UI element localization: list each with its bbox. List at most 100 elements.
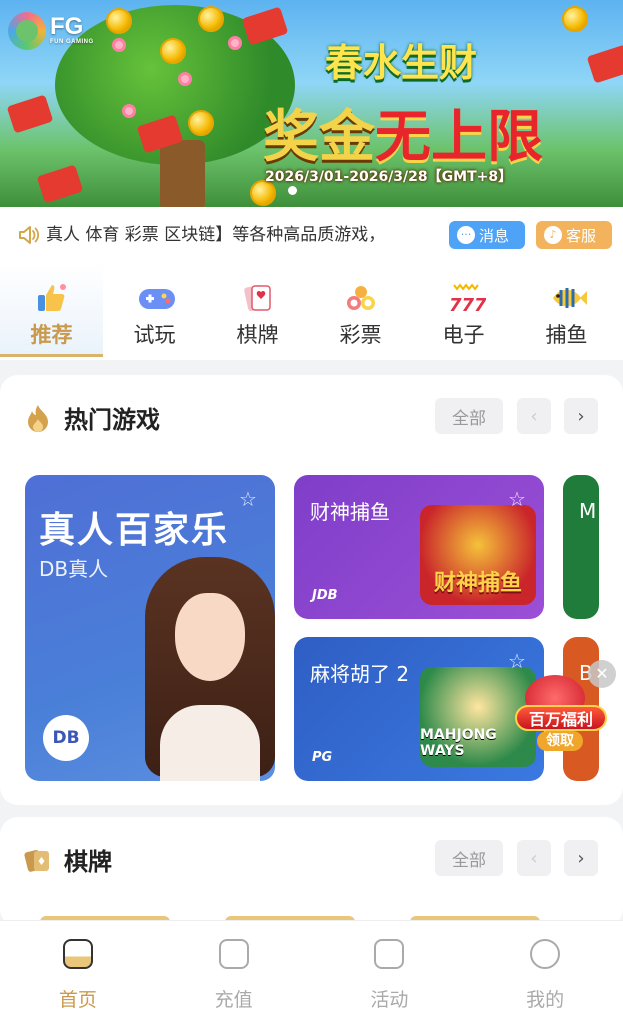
provider-logo: JDB [312, 588, 338, 603]
coin-decoration [160, 38, 186, 64]
close-icon[interactable]: ✕ [588, 660, 616, 688]
section-title: 棋牌 [64, 848, 112, 876]
gift-icon [374, 939, 405, 969]
notice-bar: 真人 体育 彩票 区块链】等各种高品质游戏， [0, 207, 623, 263]
tab-label: 试玩 [133, 323, 176, 347]
red-envelope-decoration [36, 164, 84, 204]
promo-claim-button[interactable]: 领取 [537, 731, 583, 751]
coin-decoration [198, 6, 224, 32]
game-title: 财神捕鱼 [310, 500, 390, 524]
coin-decoration [562, 6, 588, 32]
game-provider: DB真人 [39, 557, 109, 581]
game-card-mahjong-ways-2[interactable]: 麻将胡了 2 PG MAHJONG WAYS ☆ [294, 637, 544, 781]
chevron-right-icon[interactable]: › [564, 398, 598, 434]
tab-label: 捕鱼 [545, 323, 588, 347]
chevron-left-icon[interactable]: ‹ [517, 398, 551, 434]
chess-section: 棋牌 全部 ‹ › [0, 817, 623, 927]
wallet-icon [218, 939, 249, 969]
thumbs-up-icon [34, 281, 70, 315]
cards-icon [240, 281, 276, 315]
view-all-button[interactable]: 全部 [435, 398, 503, 434]
section-header: 热门游戏 [24, 400, 160, 435]
flame-icon [24, 403, 52, 433]
game-card-baccarat[interactable]: 真人百家乐 DB真人 DB ☆ [25, 475, 275, 781]
game-artwork: 财神捕鱼 [420, 505, 536, 605]
game-title: 麻将胡了 2 [310, 662, 410, 686]
tab-label: 彩票 [339, 323, 382, 347]
coin-decoration [188, 110, 214, 136]
provider-logo: DB [43, 715, 89, 761]
coin-decoration [106, 8, 132, 34]
svg-text:777: 777 [449, 295, 486, 315]
message-label: 消息 [479, 226, 510, 245]
customer-service-button[interactable]: ♪ 客服 [536, 221, 612, 249]
banner-title-line1: 春水生财 [325, 41, 478, 85]
section-header: 棋牌 [24, 842, 112, 877]
banner-title-bonus: 奖金 [263, 105, 375, 170]
game-title: M [579, 499, 597, 523]
nav-label: 活动 [370, 989, 409, 1011]
nav-label: 我的 [526, 989, 565, 1011]
provider-logo: PG [312, 750, 333, 765]
chevron-right-icon[interactable]: › [564, 840, 598, 876]
carousel-indicator[interactable] [288, 186, 297, 195]
marquee-text: 真人 体育 彩票 区块链】等各种高品质游戏， [46, 225, 386, 245]
favorite-star-icon[interactable]: ☆ [508, 649, 526, 673]
message-button[interactable]: ··· 消息 [449, 221, 525, 249]
logo-mark-icon [8, 12, 46, 50]
game-card-caishen-fishing[interactable]: 财神捕鱼 JDB 财神捕鱼 ☆ [294, 475, 544, 619]
bottom-nav: 首页 充值 活动 我的 [0, 920, 623, 1024]
red-envelope-decoration [6, 94, 54, 134]
section-title: 热门游戏 [64, 406, 160, 434]
brand-logo: FG FUN GAMING [8, 12, 94, 50]
tab-label: 推荐 [30, 323, 73, 347]
tab-label: 棋牌 [236, 323, 279, 347]
nav-profile[interactable]: 我的 [467, 921, 623, 1024]
slot-777-icon: 777 [446, 281, 487, 316]
red-envelope-decoration [586, 44, 623, 84]
tab-fishing[interactable]: 捕鱼 [515, 263, 618, 357]
logo-subtext: FUN GAMING [50, 39, 94, 45]
tab-lottery[interactable]: 彩票 [309, 263, 412, 357]
promo-banner[interactable]: FG FUN GAMING 春水生财 奖金无上限 2026/3/01-2026/… [0, 0, 623, 207]
chat-bubble-icon: ··· [457, 226, 475, 244]
game-card-partial[interactable]: M [563, 475, 599, 619]
fish-icon [549, 281, 587, 315]
tab-electronic[interactable]: 777 电子 [412, 263, 515, 357]
flower-decoration [122, 104, 136, 118]
floating-promo[interactable]: 百万福利 领取 [515, 675, 607, 751]
favorite-star-icon[interactable]: ☆ [239, 487, 257, 511]
nav-home[interactable]: 首页 [0, 921, 156, 1024]
chevron-left-icon[interactable]: ‹ [517, 840, 551, 876]
speaker-icon [18, 225, 40, 245]
flower-decoration [178, 72, 192, 86]
gamepad-icon [137, 281, 175, 315]
nav-activity[interactable]: 活动 [312, 921, 468, 1024]
tab-chess[interactable]: 棋牌 [206, 263, 309, 357]
flower-decoration [112, 38, 126, 52]
app-root: FG FUN GAMING 春水生财 奖金无上限 2026/3/01-2026/… [0, 0, 623, 1024]
service-label: 客服 [566, 226, 597, 245]
red-envelope-decoration [241, 6, 289, 46]
promo-text: 百万福利 [515, 705, 607, 731]
home-icon [62, 939, 93, 969]
category-tabs: 推荐 试玩 棋牌 彩票 777 电子 捕鱼 [0, 263, 623, 360]
artwork-title: 财神捕鱼 [433, 571, 522, 596]
banner-title-line2: 奖金无上限 [263, 92, 543, 173]
nav-label: 首页 [58, 989, 97, 1011]
tab-recommended[interactable]: 推荐 [0, 263, 103, 357]
banner-title-unlimited: 无上限 [375, 105, 543, 170]
favorite-star-icon[interactable]: ☆ [508, 487, 526, 511]
game-title: 真人百家乐 [39, 510, 230, 551]
dealer-body [160, 705, 260, 781]
logo-text: FG [50, 13, 84, 40]
banner-date-range: 2026/3/01-2026/3/28【GMT+8】 [265, 169, 513, 185]
tree-trunk [160, 140, 205, 207]
lottery-balls-icon [343, 281, 379, 315]
cards-icon [24, 845, 52, 875]
tab-trial[interactable]: 试玩 [103, 263, 206, 357]
nav-label: 充值 [214, 989, 253, 1011]
nav-deposit[interactable]: 充值 [156, 921, 312, 1024]
flower-decoration [228, 36, 242, 50]
view-all-button[interactable]: 全部 [435, 840, 503, 876]
